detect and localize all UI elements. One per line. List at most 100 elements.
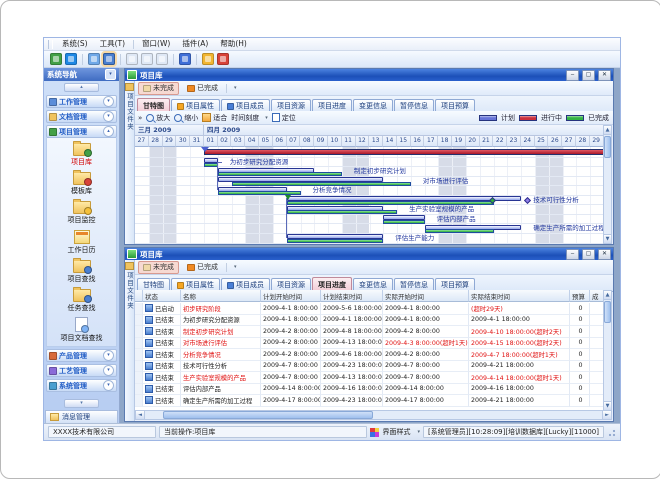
doc-new-icon[interactable] (126, 53, 138, 65)
menu-item-2[interactable]: 工具(T) (94, 38, 131, 50)
globe-icon[interactable] (65, 53, 77, 65)
zoom-out-button[interactable]: 缩小 (174, 113, 198, 123)
table-window-side-tab[interactable]: 项目文件夹 (125, 260, 135, 421)
ui-style-dropdown-arrow[interactable]: ▾ (417, 429, 420, 435)
gantt-vertical-scrollbar[interactable]: ▲▼ (603, 125, 612, 244)
locate-button[interactable]: 定位 (272, 113, 296, 123)
sidebar-item-项目库[interactable]: 项目库 (71, 140, 92, 167)
filter-overflow-arrow[interactable]: ▾ (234, 264, 237, 270)
gantt-actual-bar-制定初步研究计划[interactable] (218, 172, 342, 176)
menu-item-1[interactable]: 系统(S) (56, 38, 94, 50)
filter-未完成[interactable]: 未完成 (138, 82, 179, 95)
open-folder-icon[interactable] (88, 53, 100, 65)
scroll-up-button[interactable]: ▲ (604, 291, 611, 300)
close-button[interactable]: ✕ (598, 70, 611, 81)
gantt-actual-bar-为初步研究分配资源[interactable] (204, 163, 218, 167)
sidebar-item-工作日历[interactable]: 工作日历 (68, 227, 96, 255)
scroll-right-button[interactable]: ► (602, 411, 611, 419)
restore-button[interactable]: ▢ (582, 249, 595, 260)
chevron-up-icon[interactable]: ▴ (103, 126, 114, 137)
filter-未完成[interactable]: 未完成 (138, 261, 179, 274)
scroll-up-button[interactable]: ▲ (604, 126, 611, 135)
table-row[interactable]: 已结束评估内部产品2009-4-14 8:00:002009-4-16 18:0… (135, 384, 604, 396)
ui-style-label[interactable]: 界面样式 (382, 427, 410, 437)
resize-grip[interactable] (607, 428, 616, 437)
doc-edit-icon[interactable] (141, 53, 153, 65)
sidebar-collapse-bottom-button[interactable]: ▾ (64, 399, 99, 408)
chevron-down-icon[interactable]: ▾ (103, 350, 114, 361)
tab-甘特图[interactable]: 甘特图 (137, 98, 170, 112)
sidebar-group-工作管理[interactable]: 工作管理▾ (46, 95, 117, 108)
table-row[interactable]: 已启动初步研究阶段2009-4-1 8:00:002009-5-6 18:00:… (135, 303, 604, 315)
close-button[interactable]: ✕ (598, 249, 611, 260)
chevron-down-icon[interactable]: ▾ (103, 111, 114, 122)
gantt-window-title-bar[interactable]: 项目库‒▢✕ (125, 69, 613, 81)
table-window-title-bar[interactable]: 项目库‒▢✕ (125, 248, 613, 260)
message-management-tab[interactable]: 消息管理 (45, 410, 118, 424)
toolbar-overflow-button[interactable]: » (138, 114, 142, 122)
column-header-名称[interactable]: 名称 (181, 290, 261, 302)
column-header-计划结束时间[interactable]: 计划结束时间 (321, 290, 383, 302)
column-header-实际结束时间[interactable]: 实际结束时间 (469, 290, 570, 302)
minimize-button[interactable]: ‒ (566, 70, 579, 81)
fit-button[interactable]: 适合 (202, 113, 227, 123)
tab-项目进度[interactable]: 项目进度 (312, 277, 352, 291)
scroll-thumb[interactable] (604, 136, 611, 158)
time-scale-dropdown[interactable]: 时间刻度▾ (231, 113, 268, 123)
save-icon[interactable] (103, 53, 115, 65)
column-header-成[interactable]: 成 (590, 290, 604, 302)
chevron-down-icon[interactable]: ▾ (103, 380, 114, 391)
filter-已完成[interactable]: 已完成 (182, 82, 223, 95)
table-row[interactable]: 已结束制定初步研究计划2009-4-2 8:00:002009-4-8 18:0… (135, 326, 604, 338)
menu-grip[interactable] (48, 40, 53, 49)
gantt-bar-初步研究阶段[interactable] (204, 149, 604, 155)
gantt-actual-bar-评估生产能力[interactable] (287, 239, 384, 243)
gantt-window-side-tab[interactable]: 项目文件夹 (125, 81, 135, 244)
table-horizontal-scrollbar[interactable]: ◄► (135, 410, 612, 420)
gantt-actual-bar-确定生产所需的加工过程[interactable] (425, 229, 494, 233)
help-icon[interactable] (179, 53, 191, 65)
table-row[interactable]: 已结束确定生产所需的加工过程2009-4-17 8:00:002009-4-23… (135, 395, 604, 407)
restore-button[interactable]: ▢ (582, 70, 595, 81)
sidebar-group-文档管理[interactable]: 文档管理▾ (46, 110, 117, 123)
scroll-down-button[interactable]: ▼ (604, 234, 611, 243)
minimize-button[interactable]: ‒ (566, 249, 579, 260)
scroll-left-button[interactable]: ◄ (136, 411, 145, 419)
chevron-down-icon[interactable]: ▾ (103, 96, 114, 107)
column-header-预算[interactable]: 预算 (570, 290, 590, 302)
gantt-actual-bar-生产实验室规模的产品[interactable] (287, 210, 397, 214)
column-header-状态[interactable]: 状态 (143, 290, 181, 302)
table-row[interactable]: 已结束生产实验室规模的产品2009-4-7 8:00:002009-4-13 1… (135, 372, 604, 384)
column-header-实际开始时间[interactable]: 实际开始时间 (383, 290, 469, 302)
sidebar-item-模板库[interactable]: 模板库 (71, 169, 92, 196)
scroll-thumb[interactable] (604, 301, 611, 323)
table-row[interactable]: 已结束分析竞争情况2009-4-2 8:00:002009-4-6 18:00:… (135, 349, 604, 361)
zoom-in-button[interactable]: 放大 (146, 113, 170, 123)
table-row[interactable]: 已结束为初步研究分配资源2009-4-1 8:00:002009-4-1 18:… (135, 315, 604, 327)
menu-item-3[interactable]: 窗口(W) (136, 38, 176, 50)
gantt-actual-bar-评估内部产品[interactable] (383, 220, 424, 224)
filter-overflow-arrow[interactable]: ▾ (234, 85, 237, 91)
column-header-计划开始时间[interactable]: 计划开始时间 (261, 290, 321, 302)
scroll-thumb[interactable] (163, 411, 373, 419)
exit-icon[interactable] (217, 53, 229, 65)
menu-item-5[interactable]: 帮助(H) (214, 38, 253, 50)
sidebar-group-系统管理[interactable]: 系统管理▾ (46, 379, 117, 392)
lock-icon[interactable] (202, 53, 214, 65)
table-row[interactable]: 已结束对市场进行评估2009-4-2 8:00:002009-4-13 18:0… (135, 338, 604, 350)
sidebar-group-项目管理[interactable]: 项目管理▴ (46, 125, 117, 138)
sidebar-pin-button[interactable]: ▾ (105, 69, 116, 80)
table-row[interactable]: 已结束技术可行性分析2009-4-7 8:00:002009-4-23 18:0… (135, 361, 604, 373)
sidebar-group-工艺管理[interactable]: 工艺管理▾ (46, 364, 117, 377)
chevron-down-icon[interactable]: ▾ (103, 365, 114, 376)
sidebar-item-项目监控[interactable]: 项目监控 (68, 198, 96, 225)
doc-delete-icon[interactable] (156, 53, 168, 65)
scroll-down-button[interactable]: ▼ (604, 401, 611, 410)
table-vertical-scrollbar[interactable]: ▲▼ (603, 290, 612, 411)
sidebar-item-项目查找[interactable]: 项目查找 (68, 257, 96, 284)
sidebar-item-项目文档查找[interactable]: 项目文档查找 (61, 315, 103, 343)
filter-已完成[interactable]: 已完成 (182, 261, 223, 274)
system-monitor-icon[interactable] (50, 53, 62, 65)
menu-item-4[interactable]: 插件(A) (176, 38, 214, 50)
sidebar-collapse-top-button[interactable]: ▴ (64, 83, 99, 92)
